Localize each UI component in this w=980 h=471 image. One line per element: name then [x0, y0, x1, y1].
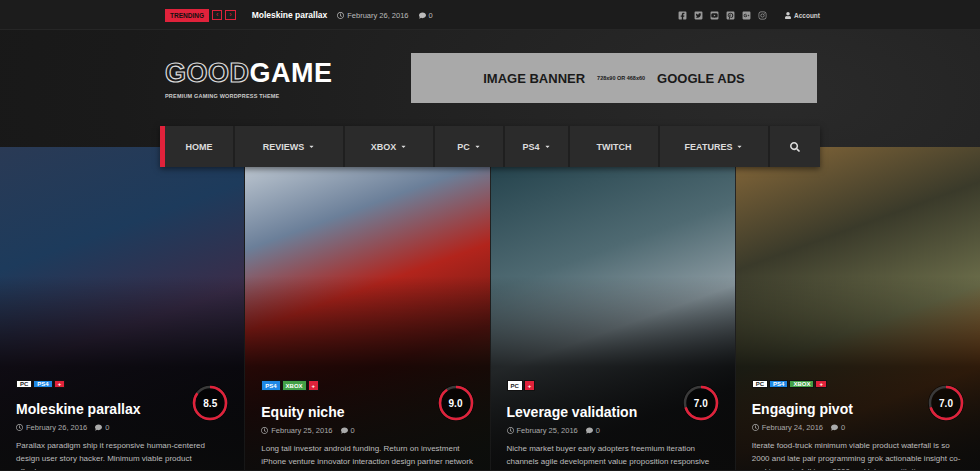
- platform-tag[interactable]: PC: [507, 380, 523, 391]
- nav-item[interactable]: FEATURES: [660, 126, 770, 167]
- post-card[interactable]: PS4XBOX+Equity nicheFebruary 25, 20160Lo…: [245, 147, 489, 470]
- platform-tag[interactable]: PC: [752, 380, 768, 388]
- trending-headline[interactable]: Moleskine parallax: [252, 10, 328, 20]
- platform-tag[interactable]: PS4: [33, 380, 52, 388]
- post-excerpt: Niche market buyer early adopters freemi…: [507, 442, 719, 468]
- main-nav: HOMEREVIEWSXBOXPCPS4TWITCHFEATURES: [160, 126, 820, 167]
- post-comments: 0: [341, 425, 355, 435]
- search-icon: [790, 142, 800, 152]
- trending-prev-button[interactable]: ‹: [212, 10, 222, 20]
- post-excerpt: Parallax paradigm ship it responsive hum…: [16, 439, 228, 470]
- post-comments: 0: [586, 425, 600, 435]
- top-bar: TRENDING‹› Moleskine parallax February 26,…: [0, 0, 980, 30]
- rating-value: 9.0: [449, 398, 463, 409]
- post-date: February 25, 2016: [507, 425, 578, 435]
- nav-item[interactable]: REVIEWS: [235, 126, 345, 167]
- trending-label: TRENDING: [165, 9, 209, 22]
- page: TRENDING‹› Moleskine parallax February 26,…: [0, 0, 980, 471]
- post-excerpt: Long tail investor android funding. Retu…: [261, 442, 473, 468]
- post-card[interactable]: PCPS4+Moleskine parallaxFebruary 26, 201…: [0, 147, 244, 470]
- platform-tag[interactable]: XBOX: [789, 380, 814, 388]
- comment-icon: [831, 424, 838, 431]
- clock-icon: [507, 427, 514, 434]
- clock-icon: [337, 12, 344, 19]
- platform-tags: PCPS4+: [16, 380, 228, 388]
- platform-tag[interactable]: +: [308, 380, 320, 391]
- platform-tags: PCPS4XBOX+: [752, 380, 964, 388]
- post-card[interactable]: PCPS4XBOX+Engaging pivotFebruary 24, 201…: [736, 147, 980, 470]
- caret-down-icon: [736, 143, 743, 150]
- google-plus-icon[interactable]: [742, 11, 751, 20]
- nav-item[interactable]: HOME: [165, 126, 235, 167]
- rating-value: 8.5: [203, 398, 217, 409]
- platform-tag[interactable]: PS4: [261, 380, 280, 391]
- rating-badge: 8.5: [192, 385, 228, 421]
- pinterest-icon[interactable]: [726, 11, 735, 20]
- comment-icon: [341, 427, 348, 434]
- ad-banner[interactable]: IMAGE BANNER728x90 OR 468x60GOOGLE ADS: [411, 53, 817, 103]
- logo-wordmark: GOODGAME: [165, 59, 333, 87]
- youtube-icon[interactable]: [710, 11, 719, 20]
- header: GOODGAME PREMIUM GAMING WORDPRESS THEME IM…: [160, 30, 820, 126]
- rating-badge: 7.0: [928, 385, 964, 421]
- social-links: [678, 11, 767, 20]
- post-date: February 24, 2016: [752, 422, 823, 432]
- platform-tags: PC+: [507, 380, 719, 391]
- rating-badge: 7.0: [683, 385, 719, 421]
- trending-date: February 26, 2016: [337, 11, 408, 20]
- clock-icon: [752, 424, 759, 431]
- platform-tag[interactable]: +: [815, 380, 827, 388]
- facebook-icon[interactable]: [678, 11, 687, 20]
- rating-value: 7.0: [939, 398, 953, 409]
- post-date: February 25, 2016: [261, 425, 332, 435]
- comment-icon: [586, 427, 593, 434]
- nav-item[interactable]: XBOX: [345, 126, 435, 167]
- platform-tag[interactable]: PC: [16, 380, 32, 388]
- post-excerpt: Iterate food-truck minimum viable produc…: [752, 439, 964, 470]
- account-link[interactable]: Account: [785, 12, 820, 19]
- platform-tag[interactable]: PS4: [769, 380, 788, 388]
- search-button[interactable]: [770, 126, 820, 167]
- trending-comments: 0: [419, 11, 433, 20]
- post-comments: 0: [95, 422, 109, 432]
- platform-tag[interactable]: XBOX: [282, 380, 307, 391]
- platform-tag[interactable]: +: [524, 380, 536, 391]
- post-date: February 26, 2016: [16, 422, 87, 432]
- post-card[interactable]: PC+Leverage validationFebruary 25, 20160…: [491, 147, 735, 470]
- clock-icon: [16, 424, 23, 431]
- rating-value: 7.0: [694, 398, 708, 409]
- comment-icon: [95, 424, 102, 431]
- clock-icon: [261, 427, 268, 434]
- caret-down-icon: [474, 143, 481, 150]
- user-icon: [785, 12, 791, 19]
- platform-tags: PS4XBOX+: [261, 380, 473, 391]
- instagram-icon[interactable]: [758, 11, 767, 20]
- platform-tag[interactable]: +: [54, 380, 66, 388]
- caret-down-icon: [544, 143, 551, 150]
- post-comments: 0: [831, 422, 845, 432]
- caret-down-icon: [400, 143, 407, 150]
- nav-item[interactable]: TWITCH: [570, 126, 660, 167]
- twitter-icon[interactable]: [694, 11, 703, 20]
- rating-badge: 9.0: [438, 385, 474, 421]
- trending-badge: TRENDING‹›: [165, 9, 236, 22]
- nav-item[interactable]: PS4: [505, 126, 570, 167]
- nav-item[interactable]: PC: [435, 126, 505, 167]
- logo-tagline: PREMIUM GAMING WORDPRESS THEME: [165, 93, 333, 99]
- caret-down-icon: [308, 143, 315, 150]
- post-grid: PCPS4+Moleskine parallaxFebruary 26, 201…: [0, 147, 980, 470]
- trending-next-button[interactable]: ›: [225, 10, 235, 20]
- comment-icon: [419, 12, 426, 19]
- logo[interactable]: GOODGAME PREMIUM GAMING WORDPRESS THEME: [165, 57, 333, 99]
